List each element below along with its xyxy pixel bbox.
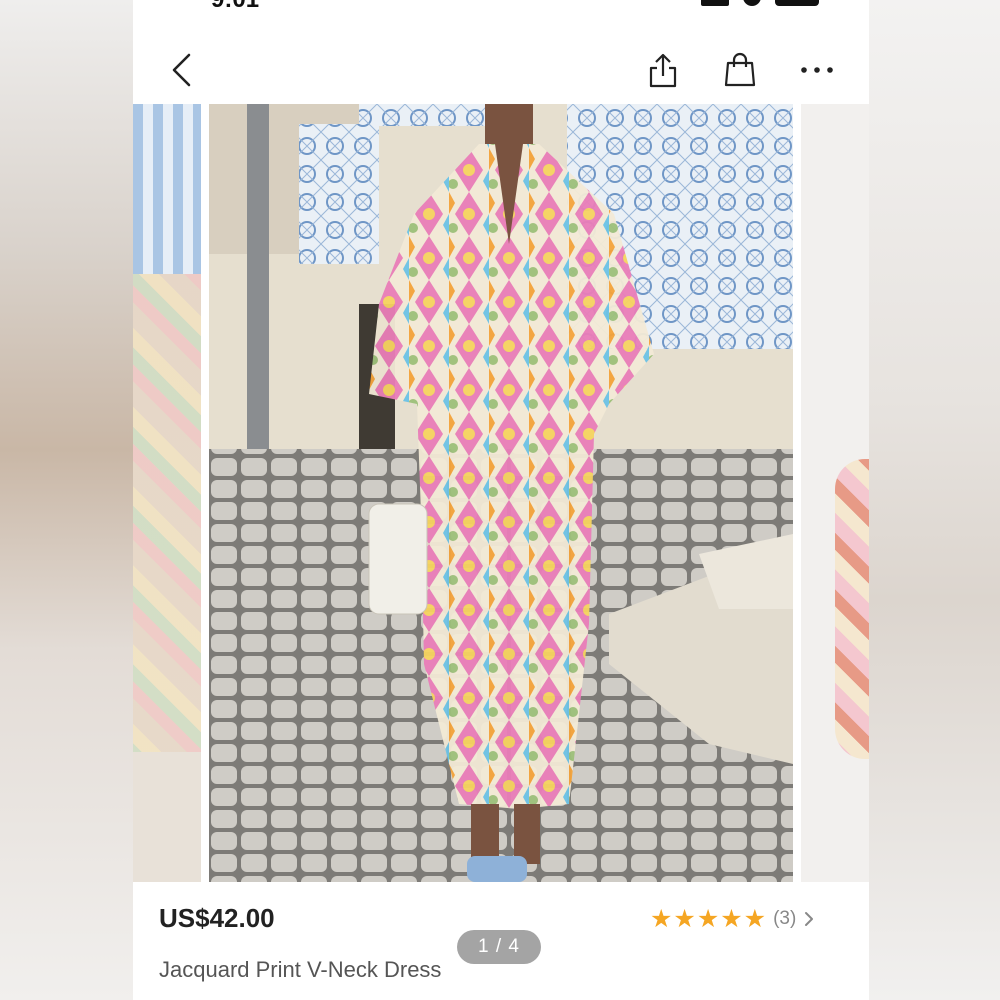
status-bar: 9:01	[133, 0, 869, 14]
background-right	[869, 0, 1000, 1000]
review-count: (3)	[773, 908, 797, 929]
top-nav	[133, 40, 869, 100]
product-photo	[209, 104, 793, 882]
carousel-prev-image[interactable]	[133, 104, 201, 882]
product-image[interactable]	[209, 104, 793, 882]
next-image-preview	[835, 459, 869, 759]
back-button[interactable]	[157, 40, 207, 100]
chevron-right-icon	[805, 912, 814, 926]
wifi-icon	[743, 0, 761, 6]
more-button[interactable]	[792, 40, 842, 100]
product-title: Jacquard Print V-Neck Dress	[159, 957, 442, 982]
status-time: 9:01	[211, 0, 259, 14]
chevron-left-icon	[172, 53, 191, 87]
share-button[interactable]	[638, 40, 688, 100]
status-icons	[701, 0, 819, 6]
battery-icon	[775, 0, 819, 6]
product-price: US$42.00	[159, 903, 275, 933]
cellular-signal-icon	[701, 0, 729, 6]
background-left	[0, 0, 133, 1000]
carousel-next-image[interactable]	[801, 104, 869, 882]
product-screen: 9:01	[133, 0, 869, 1000]
rating-summary[interactable]: ★★★★★ (3)	[650, 903, 814, 935]
shopping-bag-icon	[724, 52, 756, 87]
carousel-page-indicator: 1 / 4	[457, 930, 541, 964]
cart-button[interactable]	[715, 40, 765, 100]
star-rating-icon: ★★★★★	[650, 905, 768, 933]
share-icon	[649, 53, 677, 88]
more-horizontal-icon	[801, 67, 833, 73]
image-carousel[interactable]: 1 / 4	[133, 104, 869, 964]
